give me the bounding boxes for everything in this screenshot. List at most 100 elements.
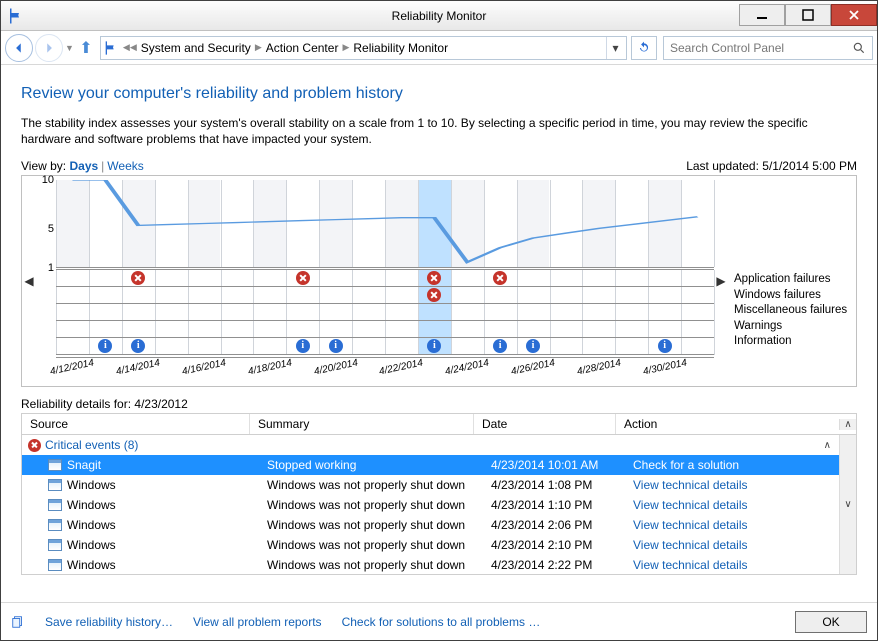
back-button[interactable] [5, 34, 33, 62]
footer: Save reliability history… View all probl… [1, 602, 877, 640]
save-icon [11, 615, 25, 629]
action-link[interactable]: View technical details [633, 498, 748, 512]
info-mark-icon[interactable] [658, 339, 672, 353]
app-icon [48, 559, 62, 571]
group-critical-events[interactable]: Critical events (8) ∧ [22, 435, 839, 455]
refresh-button[interactable] [631, 36, 657, 60]
error-mark-icon[interactable] [131, 271, 145, 285]
action-link[interactable]: View technical details [633, 478, 748, 492]
reliability-chart: ◀ 15104/12/20144/14/20144/16/20144/18/20… [21, 175, 857, 387]
date-label: 4/24/2014 [444, 358, 490, 378]
table-row[interactable]: WindowsWindows was not properly shut dow… [22, 535, 839, 555]
flag-icon [103, 40, 119, 56]
breadcrumb[interactable]: ◀◀ System and Security ▶ Action Center ▶… [100, 36, 627, 60]
last-updated-value: 5/1/2014 5:00 PM [762, 159, 857, 173]
col-action[interactable]: Action [616, 414, 839, 434]
cell-source: Windows [67, 558, 267, 572]
cell-source: Snagit [67, 458, 267, 472]
cell-action: View technical details [633, 478, 839, 492]
scroll-up[interactable]: ∧ [839, 419, 856, 430]
info-mark-icon[interactable] [329, 339, 343, 353]
info-mark-icon[interactable] [427, 339, 441, 353]
search-icon [852, 41, 866, 55]
cell-summary: Windows was not properly shut down [267, 558, 491, 572]
cell-summary: Windows was not properly shut down [267, 538, 491, 552]
table-body: Critical events (8) ∧ SnagitStopped work… [21, 435, 857, 575]
breadcrumb-item[interactable]: Reliability Monitor [353, 41, 448, 55]
cell-date: 4/23/2014 1:08 PM [491, 478, 633, 492]
view-by-days-link[interactable]: Days [69, 159, 98, 173]
table-row[interactable]: WindowsWindows was not properly shut dow… [22, 495, 839, 515]
col-source[interactable]: Source [22, 414, 250, 434]
action-link[interactable]: Check for a solution [633, 458, 739, 472]
error-mark-icon[interactable] [427, 271, 441, 285]
cell-date: 4/23/2014 10:01 AM [491, 458, 633, 472]
date-label: 4/26/2014 [510, 358, 556, 378]
breadcrumb-item[interactable]: Action Center [266, 41, 339, 55]
info-mark-icon[interactable] [296, 339, 310, 353]
search-input[interactable]: Search Control Panel [663, 36, 873, 60]
info-mark-icon[interactable] [131, 339, 145, 353]
table-header: Source Summary Date Action ∧ [21, 413, 857, 435]
error-mark-icon[interactable] [493, 271, 507, 285]
minimize-button[interactable] [739, 4, 785, 26]
forward-button[interactable] [35, 34, 63, 62]
cell-date: 4/23/2014 1:10 PM [491, 498, 633, 512]
group-label[interactable]: Critical events (8) [45, 438, 138, 452]
info-mark-icon[interactable] [98, 339, 112, 353]
view-all-reports-link[interactable]: View all problem reports [193, 615, 322, 629]
table-row[interactable]: SnagitStopped working4/23/2014 10:01 AMC… [22, 455, 839, 475]
date-label: 4/28/2014 [576, 358, 622, 378]
date-label: 4/22/2014 [379, 358, 425, 378]
app-icon [48, 459, 62, 471]
view-by-label: View by: [21, 159, 66, 173]
content-area: Review your computer's reliability and p… [1, 65, 877, 602]
cell-date: 4/23/2014 2:22 PM [491, 558, 633, 572]
table-row[interactable]: WindowsWindows was not properly shut dow… [22, 475, 839, 495]
error-mark-icon[interactable] [296, 271, 310, 285]
details-header: Reliability details for: 4/23/2012 [21, 397, 857, 411]
date-label: 4/18/2014 [247, 358, 293, 378]
cell-date: 4/23/2014 2:06 PM [491, 518, 633, 532]
error-mark-icon[interactable] [427, 288, 441, 302]
cell-source: Windows [67, 538, 267, 552]
error-icon [28, 439, 41, 452]
breadcrumb-dropdown[interactable]: ▾ [606, 37, 624, 59]
app-icon [48, 519, 62, 531]
save-history-link[interactable]: Save reliability history… [45, 615, 173, 629]
cell-action: View technical details [633, 558, 839, 572]
action-link[interactable]: View technical details [633, 518, 748, 532]
view-by-weeks-link[interactable]: Weeks [107, 159, 143, 173]
info-mark-icon[interactable] [493, 339, 507, 353]
up-button[interactable]: ⬆ [76, 38, 96, 58]
table-row[interactable]: WindowsWindows was not properly shut dow… [22, 555, 839, 575]
maximize-button[interactable] [785, 4, 831, 26]
legend-app-failures: Application failures [734, 272, 854, 288]
table-row[interactable]: WindowsWindows was not properly shut dow… [22, 515, 839, 535]
legend-win-failures: Windows failures [734, 288, 854, 304]
app-icon [48, 499, 62, 511]
close-button[interactable] [831, 4, 877, 26]
date-label: 4/14/2014 [115, 358, 161, 378]
scrollbar[interactable]: ∨ [839, 435, 856, 574]
chart-prev-button[interactable]: ◀ [22, 176, 36, 386]
cell-summary: Stopped working [267, 458, 491, 472]
app-icon [48, 539, 62, 551]
action-link[interactable]: View technical details [633, 558, 748, 572]
chart-next-button[interactable]: ▶ [714, 176, 728, 386]
info-mark-icon[interactable] [526, 339, 540, 353]
col-date[interactable]: Date [474, 414, 616, 434]
ok-button[interactable]: OK [795, 611, 867, 633]
col-summary[interactable]: Summary [250, 414, 474, 434]
cell-summary: Windows was not properly shut down [267, 518, 491, 532]
cell-action: View technical details [633, 518, 839, 532]
breadcrumb-item[interactable]: System and Security [141, 41, 251, 55]
flag-icon [7, 7, 25, 25]
nav-bar: ▼ ⬆ ◀◀ System and Security ▶ Action Cent… [1, 31, 877, 65]
date-label: 4/12/2014 [50, 358, 96, 378]
date-label: 4/20/2014 [313, 358, 359, 378]
action-link[interactable]: View technical details [633, 538, 748, 552]
check-solutions-link[interactable]: Check for solutions to all problems … [342, 615, 541, 629]
chart-legend: Application failures Windows failures Mi… [728, 176, 856, 386]
collapse-icon[interactable]: ∧ [824, 440, 831, 451]
